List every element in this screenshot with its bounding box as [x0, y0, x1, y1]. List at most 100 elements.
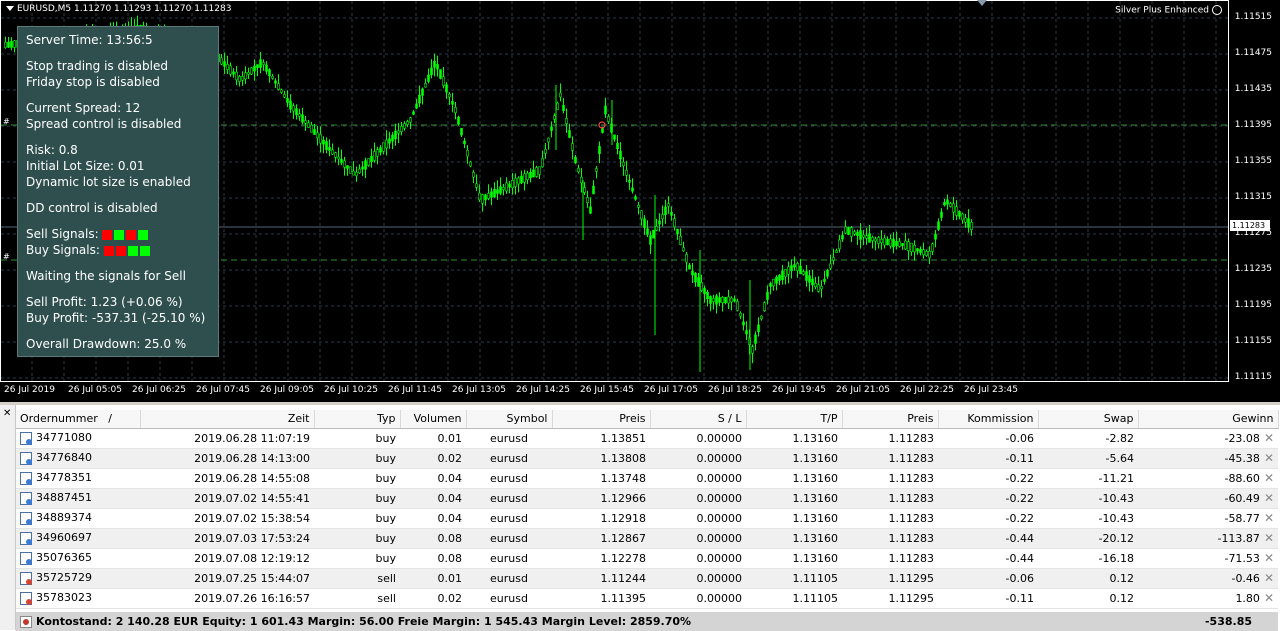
candle-body	[634, 196, 637, 200]
buy-signal-icon	[139, 245, 150, 256]
order-row[interactable]: 35725729 2019.07.25 15:44:07 sell 0.01 eurus…	[16, 568, 1278, 589]
col-volumen[interactable]: Volumen	[400, 410, 467, 429]
candle-body	[313, 129, 316, 135]
candle-body	[736, 301, 739, 311]
order-row[interactable]: 34776840 2019.06.28 14:13:00 buy 0.02 eurusd…	[16, 448, 1278, 469]
symbol-info: EURUSD,M5 1.11270 1.11293 1.11270 1.1128…	[17, 4, 232, 14]
candle-body	[856, 232, 859, 236]
chart-menu-icon[interactable]	[6, 6, 14, 11]
order-commission: -0.11	[938, 588, 1038, 609]
order-number: 34776840	[16, 448, 140, 469]
price-tick-label: 1.11515	[1234, 12, 1272, 22]
candle-body	[559, 92, 562, 98]
close-order-icon[interactable]: ✕	[1264, 451, 1274, 465]
close-order-icon[interactable]: ✕	[1264, 511, 1274, 525]
candle-body	[820, 286, 823, 290]
candle-body	[571, 143, 574, 151]
candle-body	[250, 67, 253, 75]
candle-body	[520, 175, 523, 184]
col-zeit[interactable]: Zeit	[140, 410, 315, 429]
order-volume: 0.04	[400, 468, 466, 489]
candle-body	[961, 213, 964, 221]
candle-body	[10, 41, 13, 48]
candle-body	[463, 140, 466, 145]
close-order-icon[interactable]: ✕	[1264, 531, 1274, 545]
candle-body	[769, 283, 772, 287]
candle-body	[751, 346, 754, 354]
candle-body	[946, 199, 949, 205]
col-typ[interactable]: Typ	[314, 410, 401, 429]
order-row[interactable]: 34778351 2019.06.28 14:55:08 buy 0.04 eurusd…	[16, 468, 1278, 489]
order-row[interactable]: 34889374 2019.07.02 15:38:54 buy 0.04 eurusd…	[16, 508, 1278, 529]
candle-body	[481, 194, 484, 204]
col-symbol[interactable]: Symbol	[466, 410, 553, 429]
order-sl: 0.00000	[650, 568, 746, 589]
col-gewinn[interactable]: Gewinn	[1138, 410, 1279, 429]
dynamic-lot-status: Dynamic lot size is enabled	[26, 175, 191, 189]
candle-body	[523, 173, 526, 183]
col-tp[interactable]: T/P	[746, 410, 843, 429]
candle-body	[358, 168, 361, 174]
order-row[interactable]: 35783023 2019.07.26 16:16:57 sell 0.02 eurus…	[16, 588, 1278, 609]
candle-body	[547, 137, 550, 143]
close-order-icon[interactable]: ✕	[1264, 431, 1274, 445]
sell-signal-icon	[102, 229, 113, 240]
candle-body	[931, 243, 934, 252]
candle-body	[379, 147, 382, 153]
chart-shift-marker-icon[interactable]	[977, 0, 987, 6]
order-time: 2019.06.28 11:07:19	[140, 428, 314, 449]
close-order-icon[interactable]: ✕	[1264, 551, 1274, 565]
col-ordernummer[interactable]: Ordernummer /	[16, 410, 141, 429]
candle-body	[253, 65, 256, 72]
order-profit: -45.38 ✕	[1138, 448, 1278, 469]
candle-body	[742, 321, 745, 326]
candle-body	[553, 115, 556, 120]
order-row[interactable]: 34887451 2019.07.02 14:55:41 buy 0.04 eurusd…	[16, 488, 1278, 509]
candle-body	[259, 59, 262, 68]
candle-body	[823, 279, 826, 282]
candle-body	[589, 206, 592, 214]
col-swap[interactable]: Swap	[1038, 410, 1139, 429]
order-type: buy	[314, 468, 400, 489]
candle-body	[718, 297, 721, 303]
order-number: 34889374	[16, 508, 140, 529]
time-tick-label: 26 Jul 09:05	[260, 385, 314, 395]
candle-body	[241, 76, 244, 81]
close-order-icon[interactable]: ✕	[1264, 491, 1274, 505]
candle-body	[487, 193, 490, 199]
price-chart[interactable]: EURUSD,M5 1.11270 1.11293 1.11270 1.1128…	[0, 0, 1280, 402]
candle-body	[499, 186, 502, 194]
col-kommission[interactable]: Kommission	[938, 410, 1039, 429]
candle-body	[772, 278, 775, 287]
candle-body	[691, 270, 694, 276]
col-sl[interactable]: S / L	[650, 410, 747, 429]
buy-signals-row: Buy Signals:	[26, 243, 152, 257]
order-row[interactable]: 35076365 2019.07.08 12:19:12 buy 0.08 eurusd…	[16, 548, 1278, 569]
order-price: 1.11283	[842, 468, 938, 489]
candle-body	[604, 105, 607, 115]
candle-body	[928, 250, 931, 259]
candle-body	[643, 218, 646, 228]
close-order-icon[interactable]: ✕	[1264, 591, 1274, 605]
close-order-icon[interactable]: ✕	[1264, 471, 1274, 485]
candle-body	[838, 239, 841, 250]
candle-body	[415, 103, 418, 109]
order-sl: 0.00000	[650, 428, 746, 449]
col-open-price[interactable]: Preis	[552, 410, 651, 429]
col-price[interactable]: Preis	[842, 410, 939, 429]
terminal-close-icon[interactable]: ✕	[3, 408, 11, 419]
candle-body	[433, 61, 436, 68]
time-tick-label: 26 Jul 10:25	[324, 385, 378, 395]
price-tick-label: 1.11435	[1234, 84, 1272, 94]
buy-order-icon	[20, 471, 32, 485]
order-row[interactable]: 34771080 2019.06.28 11:07:19 buy 0.01 eurusd…	[16, 428, 1278, 449]
candle-body	[370, 155, 373, 163]
candle-body	[922, 249, 925, 255]
order-row[interactable]: 34960697 2019.07.03 17:53:24 buy 0.08 eurusd…	[16, 528, 1278, 549]
candle-body	[340, 158, 343, 164]
time-tick-label: 26 Jul 23:45	[964, 385, 1018, 395]
order-time: 2019.06.28 14:13:00	[140, 448, 314, 469]
candle-body	[466, 149, 469, 157]
close-order-icon[interactable]: ✕	[1264, 571, 1274, 585]
order-open-price: 1.13808	[552, 448, 650, 469]
